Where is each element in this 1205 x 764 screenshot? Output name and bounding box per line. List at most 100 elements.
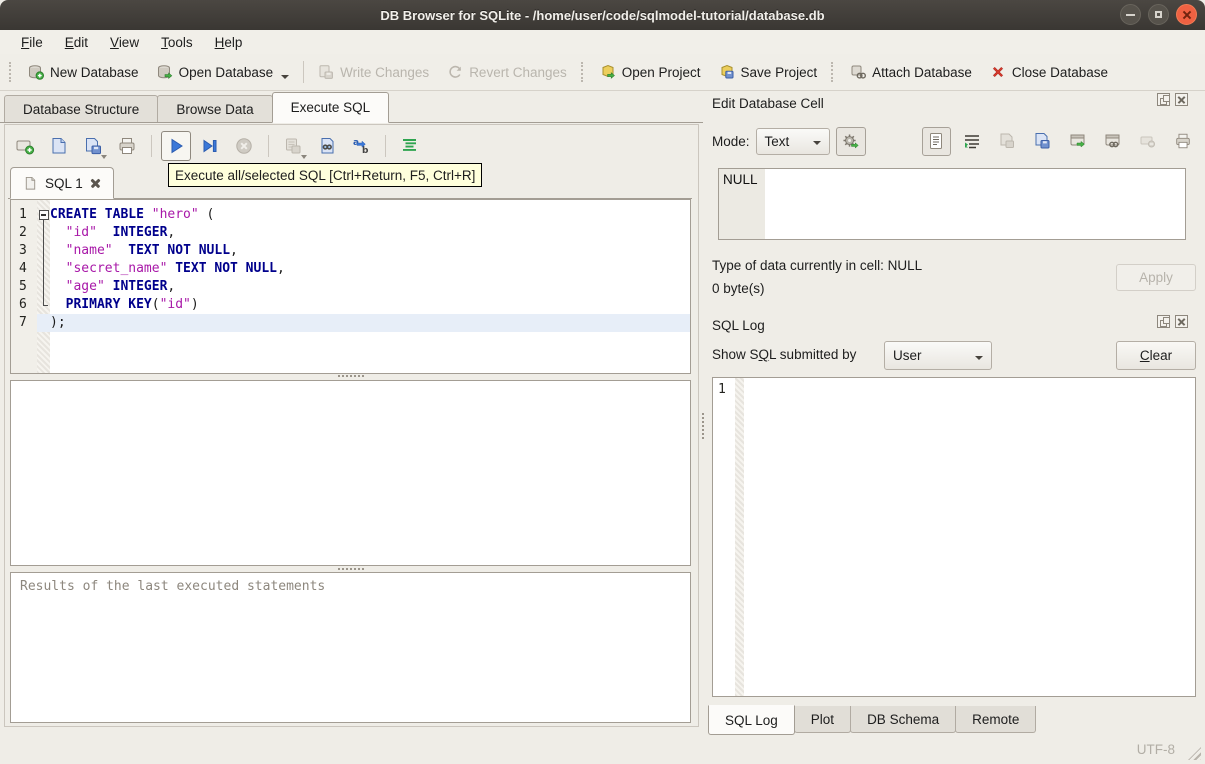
toolbar-grip[interactable] — [831, 62, 836, 82]
fold-collapse-icon[interactable] — [37, 206, 50, 224]
editor-results-splitter[interactable] — [10, 374, 691, 379]
format-sql-button[interactable] — [395, 131, 425, 161]
results-message-pane[interactable]: Results of the last executed statements — [10, 572, 691, 723]
toolbar-grip[interactable] — [9, 62, 14, 82]
line-number: 6 — [19, 297, 27, 312]
tab-execute-sql[interactable]: Execute SQL — [271, 92, 390, 123]
set-null-button[interactable] — [1133, 127, 1162, 156]
sql-code-editor[interactable]: 1 CREATE TABLE "hero" (2 "id" INTEGER, 3 "… — [10, 199, 691, 374]
open-sql-file-button[interactable] — [44, 131, 74, 161]
open-database-button[interactable]: Open Database — [148, 60, 299, 84]
stop-execution-button[interactable] — [229, 131, 259, 161]
resize-grip[interactable] — [1188, 747, 1201, 760]
code-line[interactable]: 4 "secret_name" TEXT NOT NULL, — [11, 260, 690, 278]
cell-value-editor[interactable]: NULL — [718, 168, 1186, 240]
find-button[interactable] — [312, 131, 342, 161]
auto-apply-button[interactable] — [836, 126, 866, 156]
open-database-dropdown-icon[interactable] — [281, 75, 290, 79]
results-grid-pane[interactable] — [10, 380, 691, 566]
tab-browse-data[interactable]: Browse Data — [157, 95, 273, 122]
fold-margin — [37, 224, 50, 242]
main-vertical-splitter[interactable] — [699, 124, 707, 727]
menu-file[interactable]: File — [10, 32, 54, 53]
fold-margin — [37, 278, 50, 296]
sql-document-icon — [25, 176, 36, 190]
float-dock-icon[interactable] — [1157, 315, 1170, 328]
menu-view[interactable]: View — [99, 32, 150, 53]
attach-database-button[interactable]: Attach Database — [841, 60, 981, 84]
code-text: "secret_name" TEXT NOT NULL, — [65, 261, 285, 276]
copy-link-button[interactable] — [1098, 127, 1127, 156]
code-text: "id" INTEGER, — [65, 225, 176, 240]
apply-button[interactable]: Apply — [1116, 264, 1196, 291]
float-dock-icon[interactable] — [1157, 93, 1170, 106]
menu-tools[interactable]: Tools — [150, 32, 204, 53]
close-database-button[interactable]: Close Database — [981, 60, 1117, 84]
titlebar[interactable]: DB Browser for SQLite - /home/user/code/… — [0, 0, 1205, 30]
find-replace-button[interactable]: a b — [346, 131, 376, 161]
code-line[interactable]: 5 "age" INTEGER, — [11, 278, 690, 296]
sql-toolbar: a b — [10, 128, 425, 164]
mode-combobox[interactable]: Text — [755, 127, 831, 155]
tab-plot[interactable]: Plot — [793, 706, 852, 733]
text-mode-button[interactable] — [921, 126, 952, 156]
minimize-button[interactable] — [1120, 4, 1141, 25]
log-filter-label: Show SQL submitted by — [712, 347, 857, 362]
execute-line-button[interactable] — [195, 131, 225, 161]
code-line[interactable]: 2 "id" INTEGER, — [11, 224, 690, 242]
menu-help[interactable]: Help — [204, 32, 254, 53]
tab-db-schema[interactable]: DB Schema — [850, 706, 957, 733]
close-dock-icon[interactable] — [1175, 315, 1188, 328]
execute-all-icon — [171, 138, 183, 154]
toolbar-grip[interactable] — [580, 62, 586, 82]
code-line[interactable]: 1 CREATE TABLE "hero" ( — [11, 206, 690, 224]
save-sql-file-button[interactable] — [78, 131, 108, 161]
code-line[interactable]: 7); — [11, 314, 690, 332]
revert-changes-button[interactable]: Revert Changes — [438, 60, 576, 84]
code-line[interactable]: 6 PRIMARY KEY("id") — [11, 296, 690, 314]
log-filter-combobox[interactable]: User — [884, 341, 992, 370]
close-sql1-tab-icon[interactable] — [90, 178, 101, 189]
tab-sql-log[interactable]: SQL Log — [708, 705, 795, 735]
tab-remote[interactable]: Remote — [955, 706, 1037, 733]
save-sql-file-icon — [86, 138, 101, 155]
grid-message-splitter[interactable] — [10, 567, 691, 572]
execute-tooltip: Execute all/selected SQL [Ctrl+Return, F… — [168, 163, 483, 187]
new-database-button[interactable]: New Database — [19, 60, 148, 84]
code-text: CREATE TABLE "hero" ( — [50, 207, 215, 222]
menu-edit[interactable]: Edit — [54, 32, 99, 53]
cell-size-info: 0 byte(s) — [712, 281, 765, 296]
results-placeholder: Results of the last executed statements — [20, 579, 326, 594]
code-line[interactable]: 3 "name" TEXT NOT NULL, — [11, 242, 690, 260]
write-changes-button[interactable]: Write Changes — [309, 60, 438, 84]
log-line-number: 1 — [718, 382, 726, 397]
svg-text:b: b — [362, 146, 369, 156]
toolbar-separator — [303, 61, 305, 83]
save-project-button[interactable]: Save Project — [710, 60, 827, 84]
import-data-button[interactable] — [992, 127, 1021, 156]
open-external-button[interactable] — [1063, 127, 1092, 156]
save-sql-dropdown-icon[interactable] — [101, 155, 107, 159]
print-cell-button[interactable] — [1169, 127, 1198, 156]
print-sql-button[interactable] — [112, 131, 142, 161]
new-sql-tab-button[interactable] — [10, 131, 40, 161]
execute-all-button[interactable] — [161, 131, 191, 161]
close-dock-icon[interactable] — [1175, 93, 1188, 106]
maximize-button[interactable] — [1148, 4, 1169, 25]
sql-log-area[interactable]: 1 — [712, 377, 1196, 697]
word-wrap-button[interactable] — [957, 127, 986, 156]
export-results-button[interactable] — [278, 131, 308, 161]
minimize-icon — [1126, 14, 1135, 16]
sql1-tab[interactable]: SQL 1 — [10, 167, 114, 199]
clear-log-button[interactable]: Clear — [1116, 341, 1196, 370]
maximize-icon — [1155, 11, 1162, 18]
window-title: DB Browser for SQLite - /home/user/code/… — [380, 7, 825, 23]
chevron-down-icon — [975, 355, 983, 360]
save-project-icon — [721, 64, 734, 79]
tab-database-structure[interactable]: Database Structure — [4, 95, 159, 122]
close-button[interactable] — [1176, 4, 1197, 25]
open-project-button[interactable]: Open Project — [591, 60, 710, 84]
export-data-icon — [1035, 133, 1050, 149]
fold-margin — [37, 242, 50, 260]
export-data-button[interactable] — [1028, 127, 1057, 156]
